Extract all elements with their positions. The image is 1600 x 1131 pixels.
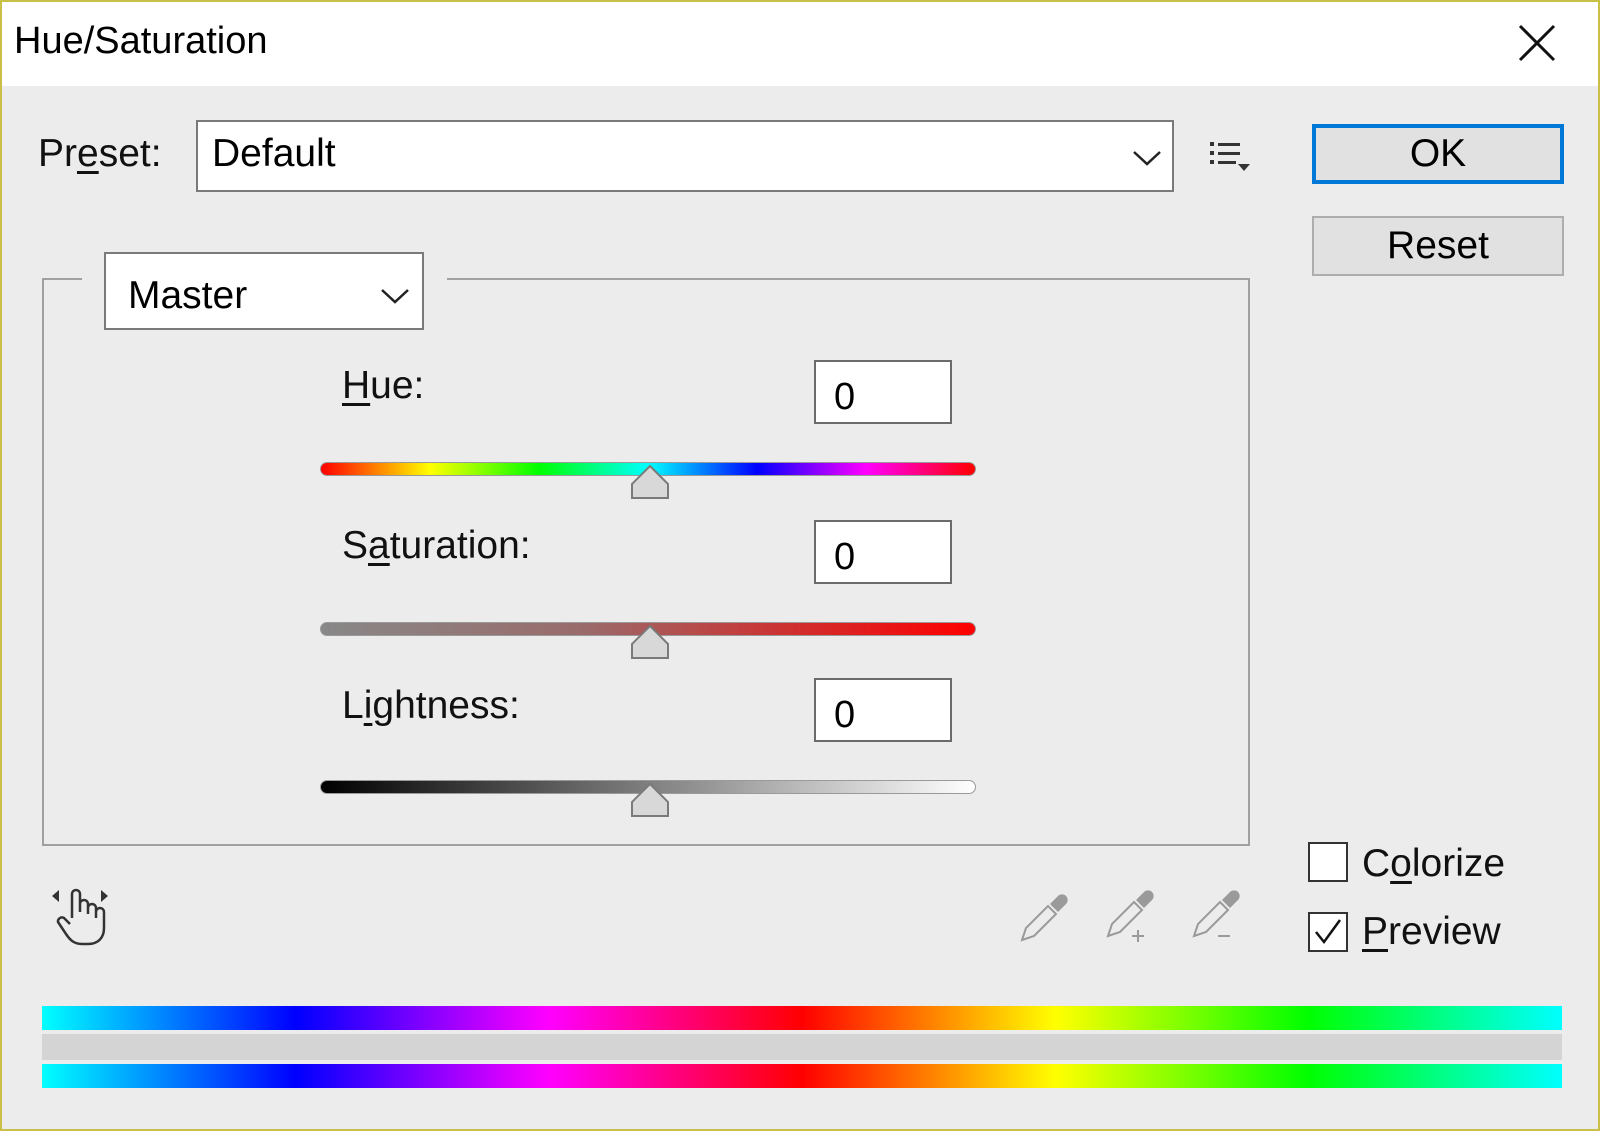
ok-button[interactable]: OK bbox=[1312, 124, 1564, 184]
checkmark-icon bbox=[1315, 919, 1342, 945]
preset-value: Default bbox=[212, 132, 336, 175]
preset-label: Preset: bbox=[38, 132, 162, 175]
chevron-down-icon bbox=[1133, 151, 1161, 166]
eyedropper-subtract-icon[interactable] bbox=[1190, 888, 1246, 944]
output-color-bar bbox=[42, 1064, 1562, 1088]
preset-options-icon[interactable] bbox=[1208, 138, 1252, 178]
hue-slider-thumb[interactable] bbox=[630, 464, 670, 500]
window-title: Hue/Saturation bbox=[14, 20, 268, 62]
hue-label: Hue: bbox=[342, 364, 425, 407]
title-bar: Hue/Saturation bbox=[2, 2, 1598, 86]
chevron-down-icon bbox=[381, 289, 409, 304]
hue-input[interactable]: 0 bbox=[814, 360, 952, 424]
preset-dropdown[interactable]: Default bbox=[196, 120, 1174, 192]
preview-checkbox[interactable] bbox=[1308, 912, 1348, 952]
lightness-slider-thumb[interactable] bbox=[630, 782, 670, 818]
reset-button[interactable]: Reset bbox=[1312, 216, 1564, 276]
lightness-input[interactable]: 0 bbox=[814, 678, 952, 742]
hue-saturation-dialog: Hue/Saturation Preset: Default OK Reset … bbox=[0, 0, 1600, 1131]
channel-dropdown[interactable]: Master bbox=[104, 252, 424, 330]
color-range-band bbox=[42, 1034, 1562, 1060]
colorize-label: Colorize bbox=[1362, 842, 1506, 885]
close-icon[interactable] bbox=[1512, 18, 1562, 68]
lightness-label: Lightness: bbox=[342, 684, 520, 727]
targeted-adjustment-hand-icon[interactable] bbox=[50, 884, 114, 948]
eyedropper-add-icon[interactable] bbox=[1104, 888, 1160, 944]
adjustment-group bbox=[42, 278, 1250, 846]
saturation-slider-thumb[interactable] bbox=[630, 624, 670, 660]
eyedropper-icon[interactable] bbox=[1018, 888, 1074, 944]
colorize-checkbox[interactable] bbox=[1308, 842, 1348, 882]
input-color-bar bbox=[42, 1006, 1562, 1030]
saturation-label: Saturation: bbox=[342, 524, 531, 567]
preview-label: Preview bbox=[1362, 910, 1501, 953]
saturation-input[interactable]: 0 bbox=[814, 520, 952, 584]
channel-value: Master bbox=[128, 274, 248, 317]
